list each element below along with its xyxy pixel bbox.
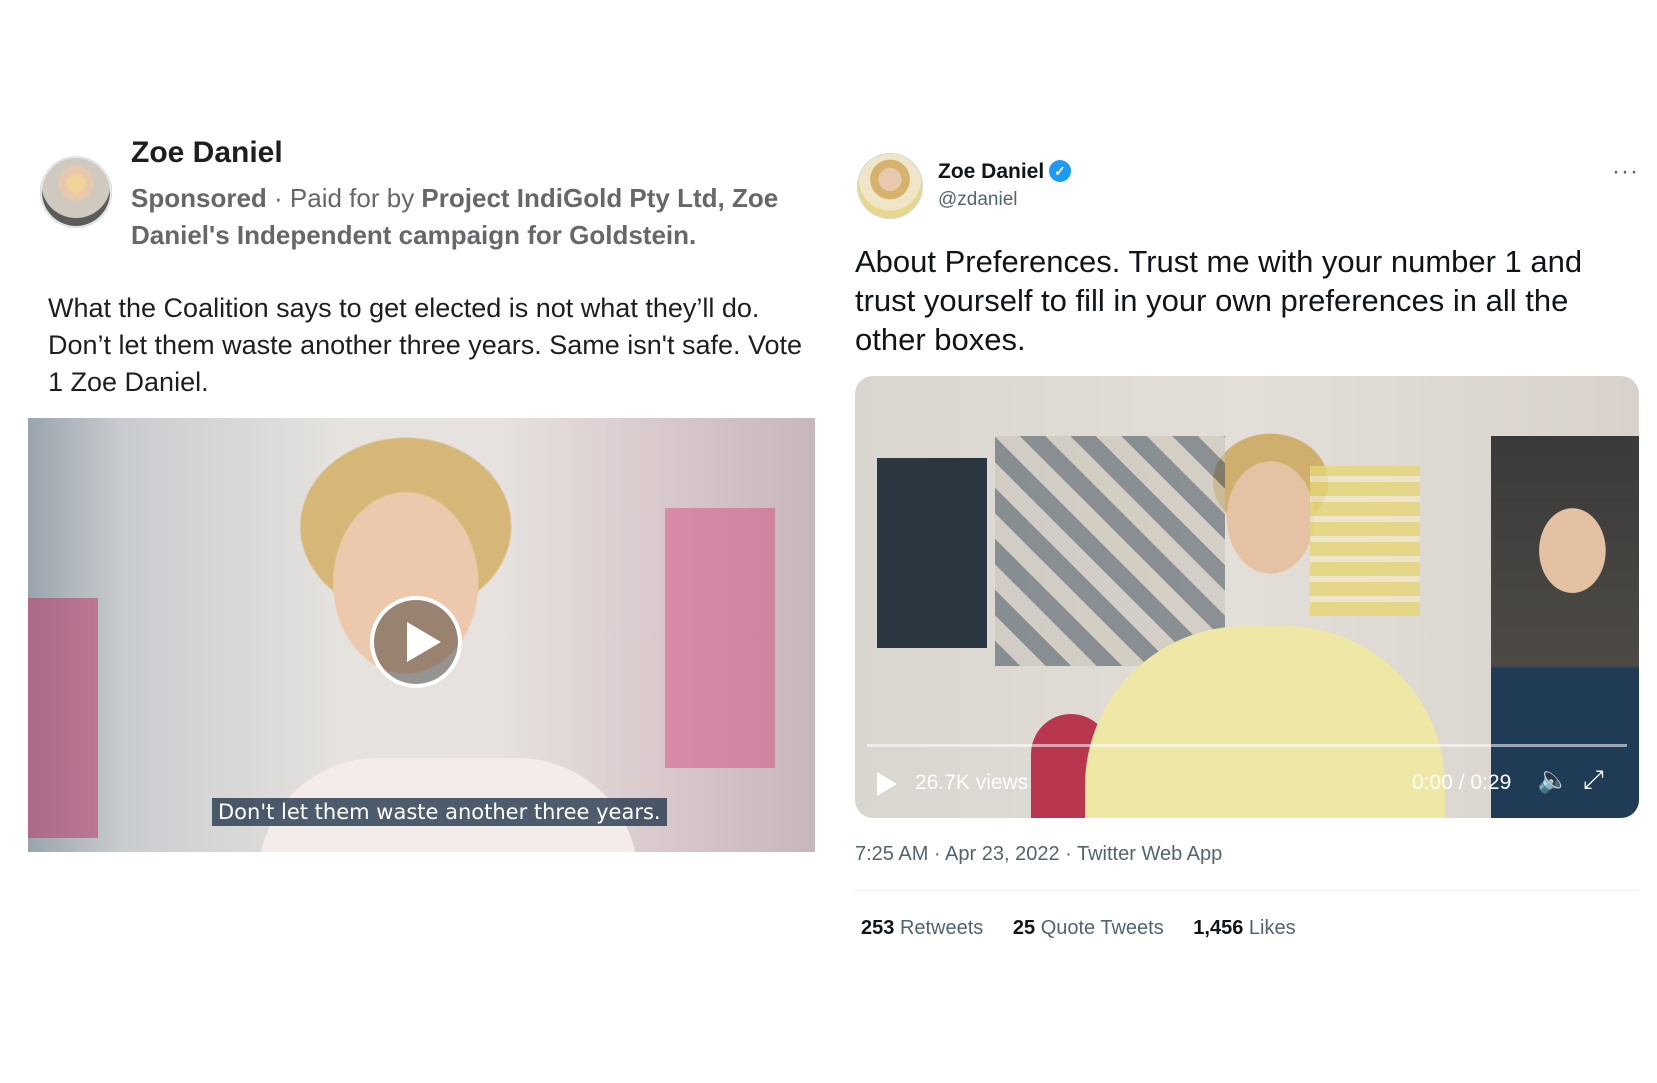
sticky-notes [1310, 466, 1420, 616]
verified-badge-icon: ✓ [1049, 160, 1071, 182]
video-progress-bar[interactable] [867, 744, 1627, 747]
tweet-author-name[interactable]: Zoe Daniel [938, 160, 1044, 184]
divider [855, 890, 1639, 891]
tweet-avatar[interactable] [857, 153, 923, 219]
facebook-author-name[interactable]: Zoe Daniel [131, 136, 283, 170]
tweet-timestamp[interactable]: 7:25 AM · Apr 23, 2022 · Twitter Web App [855, 843, 1222, 866]
campaign-board [877, 458, 987, 648]
retweets-count: 253 [861, 917, 895, 939]
background-poster [28, 598, 98, 838]
tweet-text: About Preferences. Trust me with your nu… [855, 244, 1583, 357]
quote-tweets-label: Quote Tweets [1040, 917, 1164, 939]
sponsored-line: Sponsored · Paid for by Project IndiGold… [131, 180, 811, 254]
video-time: 0:00 / 0:29 [1412, 771, 1512, 794]
retweets-label: Retweets [899, 917, 984, 939]
retweets-stat[interactable]: 253 Retweets [861, 917, 983, 939]
quote-tweets-stat[interactable]: 25 Quote Tweets [1013, 917, 1164, 939]
paid-prefix: · Paid for by [266, 183, 422, 213]
fullscreen-icon[interactable]: ⤢ [1583, 764, 1604, 796]
play-icon[interactable] [370, 596, 462, 688]
likes-count: 1,456 [1193, 917, 1244, 939]
facebook-avatar[interactable] [40, 156, 112, 228]
video-views: 26.7K views [915, 771, 1029, 794]
campaign-poster [1491, 436, 1639, 818]
volume-icon[interactable]: 🔈 [1537, 764, 1569, 795]
tweet-video[interactable]: 26.7K views 0:00 / 0:29 🔈 ⤢ [855, 376, 1639, 818]
quote-tweets-count: 25 [1012, 917, 1036, 939]
tweet-handle[interactable]: @zdaniel [938, 189, 1018, 211]
likes-label: Likes [1248, 917, 1296, 939]
play-icon[interactable] [877, 772, 897, 796]
more-icon[interactable]: ··· [1612, 158, 1639, 186]
facebook-video[interactable]: Don't let them waste another three years… [28, 418, 815, 852]
facebook-post-body: What the Coalition says to get elected i… [48, 293, 803, 397]
likes-stat[interactable]: 1,456 Likes [1193, 917, 1295, 939]
tweet-stats: 253 Retweets 25 Quote Tweets 1,456 Likes [861, 917, 1320, 940]
wall-photos [995, 436, 1225, 666]
video-caption: Don't let them waste another three years… [212, 798, 667, 826]
background-poster [665, 508, 775, 768]
sponsored-label: Sponsored [131, 183, 267, 213]
